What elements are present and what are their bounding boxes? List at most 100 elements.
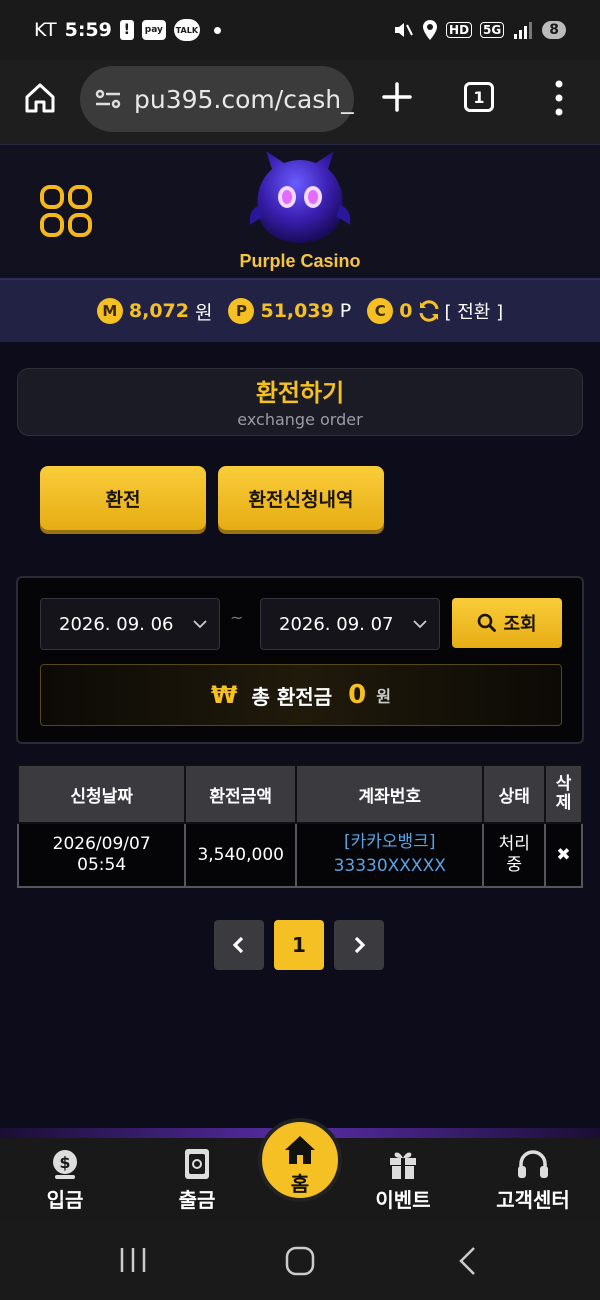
chevron-right-icon [354, 936, 366, 954]
site-header: Purple Casino [0, 144, 600, 278]
won-icon: ₩ [211, 681, 238, 709]
back-icon[interactable] [456, 1246, 480, 1276]
home-icon[interactable] [22, 80, 58, 116]
casino-balance: C 0 [ 전환 ] [367, 298, 503, 324]
total-exchange-box: ₩ 총 환전금 0 원 [40, 664, 562, 726]
gift-icon [390, 1152, 416, 1179]
notification-dot-icon [213, 26, 221, 34]
browser-toolbar: pu395.com/cash_ 1 [0, 60, 600, 144]
row-time: 05:54 [77, 855, 127, 875]
header-delete-label: 삭제 [555, 774, 572, 813]
page-1-button[interactable]: 1 [274, 920, 324, 970]
status-bar: KT 5:59 ! pay TALK HD 5G 8 [0, 0, 600, 60]
url-text[interactable]: pu395.com/cash_ [134, 85, 354, 114]
exchange-tab-button[interactable]: 환전 [40, 466, 206, 530]
header-account: 계좌번호 [295, 764, 485, 824]
more-menu-icon[interactable] [552, 78, 566, 118]
nav-home-label: 홈 [290, 1172, 310, 1196]
chevron-left-icon [232, 936, 244, 954]
address-bar[interactable]: pu395.com/cash_ [80, 66, 354, 132]
page-title-card: 환전하기 exchange order [17, 368, 583, 436]
row-account-cell: [카카오뱅크] 33330XXXXX [295, 822, 485, 888]
pay-icon: pay [141, 20, 166, 40]
headset-icon [518, 1150, 548, 1178]
casino-value: 0 [399, 300, 413, 322]
home-icon [285, 1136, 315, 1164]
date-to-value: 2026. 09. 07 [279, 613, 394, 635]
date-separator: ~ [230, 608, 244, 627]
delete-button[interactable]: ✖ [544, 822, 583, 888]
new-tab-icon[interactable] [380, 80, 414, 114]
row-status-label: 처리중 [498, 833, 530, 875]
money-value: 8,072 [128, 300, 189, 322]
5g-icon: 5G [480, 22, 505, 38]
carrier-label: KT [34, 19, 57, 41]
date-to-select[interactable]: 2026. 09. 07 [260, 598, 440, 650]
point-coin-icon: P [228, 298, 255, 324]
battery-icon: 8 [542, 21, 566, 39]
nav-withdraw-label: 출금 [178, 1188, 216, 1212]
nav-withdraw[interactable]: 출금 [142, 1146, 252, 1213]
row-date-cell: 2026/09/07 05:54 [16, 822, 187, 888]
prev-page-button[interactable] [214, 920, 264, 970]
point-value: 51,039 [260, 300, 334, 322]
nav-event-label: 이벤트 [375, 1188, 431, 1212]
menu-grid-icon[interactable] [38, 183, 94, 239]
search-button-label: 조회 [503, 614, 537, 635]
nav-deposit-label: 입금 [46, 1188, 84, 1212]
header-date: 신청날짜 [16, 764, 187, 824]
point-balance: P 51,039 P [228, 298, 351, 324]
svg-text:$: $ [59, 1153, 70, 1172]
search-panel: 2026. 09. 06 ~ 2026. 09. 07 조회 ₩ 총 환전금 0… [16, 576, 584, 744]
nav-support[interactable]: 고객센터 [478, 1146, 588, 1213]
money-bag-icon: $ [53, 1150, 77, 1179]
total-value: 0 [348, 680, 367, 710]
row-date: 2026/09/07 [52, 833, 151, 854]
logo-text: Purple Casino [239, 251, 361, 271]
recent-apps-icon[interactable] [118, 1246, 148, 1274]
date-from-select[interactable]: 2026. 09. 06 [40, 598, 220, 650]
next-page-button[interactable] [334, 920, 384, 970]
mute-icon [395, 23, 413, 37]
page-subtitle: exchange order [237, 410, 363, 429]
total-label: 총 환전금 [251, 684, 333, 709]
search-icon [478, 613, 497, 632]
nav-deposit[interactable]: $ 입금 [10, 1146, 120, 1213]
row-bank: [카카오뱅크] [343, 832, 436, 853]
location-icon [423, 20, 438, 40]
row-status: 처리중 [482, 822, 547, 888]
nav-home[interactable]: 홈 [258, 1118, 342, 1202]
chevron-down-icon [193, 620, 207, 629]
header-delete: 삭제 [544, 764, 583, 824]
tab-switcher-button[interactable]: 1 [464, 82, 494, 112]
alert-icon: ! [119, 20, 134, 40]
exchange-history-table: 신청날짜 환전금액 계좌번호 상태 삭제 2026/09/07 05:54 3,… [16, 764, 583, 888]
table-header-row: 신청날짜 환전금액 계좌번호 상태 삭제 [16, 764, 583, 824]
row-amount: 3,540,000 [184, 822, 298, 888]
nav-support-label: 고객센터 [496, 1188, 570, 1212]
system-nav-bar [0, 1220, 600, 1300]
monster-logo-icon [249, 151, 351, 243]
pagination: 1 [214, 920, 384, 970]
convert-button[interactable]: [ 전환 ] [445, 298, 504, 324]
talk-icon: TALK [173, 19, 200, 41]
search-button[interactable]: 조회 [452, 598, 562, 648]
table-row: 2026/09/07 05:54 3,540,000 [카카오뱅크] 33330… [16, 822, 583, 888]
exchange-history-tab-button[interactable]: 환전신청내역 [218, 466, 384, 530]
row-account: 33330XXXXX [333, 856, 446, 876]
site-settings-icon[interactable] [94, 87, 122, 111]
nav-event[interactable]: 이벤트 [348, 1146, 458, 1213]
page-title: 환전하기 [255, 379, 345, 407]
atm-icon [185, 1149, 209, 1179]
point-unit: P [339, 300, 352, 322]
header-status: 상태 [482, 764, 547, 824]
chevron-down-icon [413, 620, 427, 629]
refresh-icon[interactable] [417, 299, 441, 323]
home-button-icon[interactable] [284, 1246, 316, 1276]
hd-icon: HD [446, 22, 473, 38]
total-unit: 원 [376, 687, 391, 706]
header-amount: 환전금액 [184, 764, 298, 824]
money-coin-icon: M [96, 298, 123, 324]
balance-bar: M 8,072 원 P 51,039 P C 0 [ 전환 ] [0, 278, 600, 342]
site-logo[interactable]: Purple Casino [232, 147, 368, 273]
